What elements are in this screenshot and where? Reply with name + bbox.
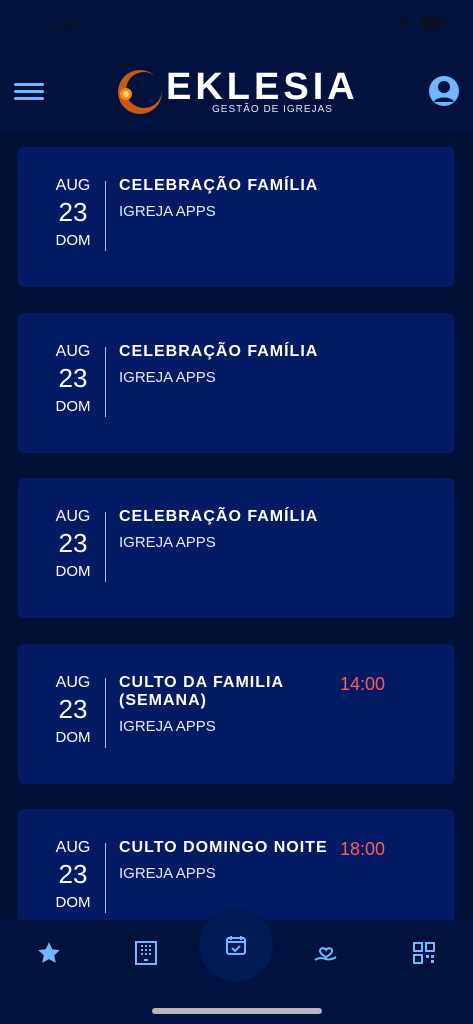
event-date: AUG 23 DOM [50, 839, 96, 911]
event-title: CULTO DA FAMILIA (SEMANA) [119, 674, 284, 709]
event-card[interactable]: AUG 23 DOM CULTO DOMINGO NOITE IGREJA AP… [18, 809, 455, 920]
divider [105, 843, 106, 913]
nav-events[interactable] [199, 908, 273, 982]
status-time: 1:57 [48, 16, 83, 35]
event-day: 23 [58, 528, 88, 558]
menu-icon-bar [14, 90, 44, 93]
nav-favorites[interactable] [34, 938, 64, 968]
event-month: AUG [55, 177, 91, 194]
app-header: EKLESIA GESTÃO DE IGREJAS [0, 50, 473, 134]
event-day: 23 [58, 859, 88, 889]
event-date: AUG 23 DOM [50, 343, 96, 415]
event-day: 23 [58, 694, 88, 724]
star-icon [38, 942, 60, 963]
event-title: CELEBRAÇÃO FAMÍLIA [119, 343, 319, 360]
event-church: IGREJA APPS [119, 534, 216, 551]
event-month: AUG [55, 839, 91, 856]
event-title: CELEBRAÇÃO FAMÍLIA [119, 508, 319, 525]
status-bar: 1:57 [0, 0, 473, 50]
event-time: 14:00 [340, 674, 386, 694]
event-month: AUG [55, 674, 91, 691]
event-date: AUG 23 DOM [50, 177, 96, 249]
event-month: AUG [55, 343, 91, 360]
event-date: AUG 23 DOM [50, 508, 96, 580]
user-icon [434, 81, 454, 102]
eklesia-logo: EKLESIA GESTÃO DE IGREJAS [110, 62, 370, 122]
event-title: CELEBRAÇÃO FAMÍLIA [119, 177, 319, 194]
user-avatar[interactable] [429, 76, 459, 106]
battery-icon [421, 17, 448, 29]
brand-name: EKLESIA [166, 66, 359, 108]
event-church: IGREJA APPS [119, 369, 216, 386]
event-weekday: DOM [55, 894, 91, 911]
divider [105, 678, 106, 748]
nav-donations[interactable] [311, 938, 341, 968]
event-day: 23 [58, 197, 88, 227]
hand-heart-icon [314, 947, 337, 961]
divider [105, 512, 106, 582]
menu-icon-bar [14, 97, 44, 100]
event-weekday: DOM [55, 563, 91, 580]
event-month: AUG [55, 508, 91, 525]
status-icons [395, 16, 449, 30]
menu-button[interactable] [14, 80, 44, 104]
event-day: 23 [58, 363, 88, 393]
building-icon [135, 941, 157, 965]
event-card[interactable]: AUG 23 DOM CELEBRAÇÃO FAMÍLIA IGREJA APP… [18, 313, 455, 453]
event-list[interactable]: AUG 23 DOM CELEBRAÇÃO FAMÍLIA IGREJA APP… [0, 134, 473, 920]
wifi-icon [396, 17, 412, 29]
event-church: IGREJA APPS [119, 203, 216, 220]
event-date: AUG 23 DOM [50, 674, 96, 746]
event-weekday: DOM [55, 398, 91, 415]
bottom-nav [0, 908, 473, 986]
nav-qr[interactable] [409, 938, 439, 968]
calendar-check-icon [226, 936, 246, 955]
event-card[interactable]: AUG 23 DOM CELEBRAÇÃO FAMÍLIA IGREJA APP… [18, 147, 455, 287]
brand-subtitle: GESTÃO DE IGREJAS [212, 104, 333, 115]
event-church: IGREJA APPS [119, 865, 216, 882]
menu-icon-bar [14, 83, 44, 86]
event-time: 18:00 [340, 839, 386, 859]
nav-churches[interactable] [131, 938, 161, 968]
event-card[interactable]: AUG 23 DOM CELEBRAÇÃO FAMÍLIA IGREJA APP… [18, 478, 455, 618]
event-weekday: DOM [55, 729, 91, 746]
qr-code-icon [413, 942, 435, 964]
divider [105, 347, 106, 417]
event-title: CULTO DOMINGO NOITE [119, 839, 328, 856]
home-indicator [152, 1008, 322, 1014]
event-church: IGREJA APPS [119, 718, 216, 735]
logo-mark-icon [118, 70, 162, 114]
event-weekday: DOM [55, 232, 91, 249]
divider [105, 181, 106, 251]
event-card[interactable]: AUG 23 DOM CULTO DA FAMILIA (SEMANA) IGR… [18, 644, 455, 784]
